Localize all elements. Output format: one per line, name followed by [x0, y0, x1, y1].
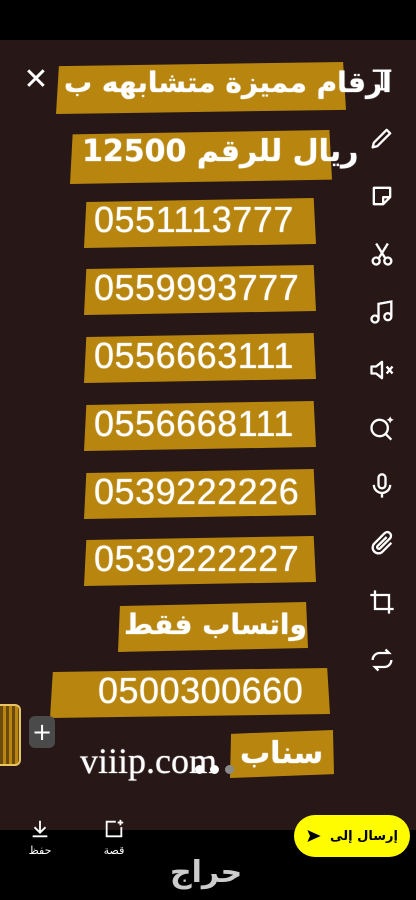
number-5: 0539222226 — [94, 471, 300, 512]
page-dots — [195, 765, 234, 774]
snap-label: سناب — [240, 736, 324, 771]
text-icon[interactable] — [362, 60, 402, 100]
story-button[interactable]: قصة — [94, 818, 134, 857]
music-icon[interactable] — [362, 292, 402, 332]
paperclip-icon[interactable] — [362, 524, 402, 564]
number-3: 0556663111 — [94, 335, 294, 376]
story-label: قصة — [103, 844, 125, 857]
headline-line1: ارقام مميزة متشابهه ب — [64, 66, 392, 99]
number-2: 0559993777 — [94, 267, 300, 308]
save-label: حفظ — [28, 844, 52, 857]
haraj-watermark: حراج — [170, 855, 243, 890]
send-arrow-icon — [307, 830, 321, 842]
number-6: 0539222227 — [94, 538, 300, 579]
microphone-icon[interactable] — [362, 466, 402, 506]
lens-search-icon[interactable] — [362, 408, 402, 448]
download-icon — [32, 820, 48, 838]
send-label: إرسال إلى — [330, 828, 398, 844]
loop-icon[interactable] — [362, 640, 402, 680]
scissors-icon[interactable] — [362, 234, 402, 274]
send-to-button[interactable]: إرسال إلى — [294, 815, 410, 857]
whatsapp-label: واتساب فقط — [124, 608, 307, 641]
crop-icon[interactable] — [362, 582, 402, 622]
close-icon[interactable]: ✕ — [22, 65, 50, 95]
add-snap-button[interactable]: + — [29, 716, 55, 748]
save-button[interactable]: حفظ — [20, 818, 60, 857]
mute-icon[interactable] — [362, 350, 402, 390]
sticker-icon[interactable] — [362, 176, 402, 216]
page-dot — [195, 765, 204, 774]
number-4: 0556668111 — [94, 403, 294, 444]
story-thumbnail[interactable] — [0, 704, 21, 766]
add-story-icon — [105, 819, 124, 838]
website-text: viiip.com — [80, 741, 217, 781]
page-dot — [225, 765, 234, 774]
tool-sidebar — [362, 60, 402, 698]
whatsapp-number: 0500300660 — [98, 670, 304, 711]
headline-line2: 12500 ريال للرقم — [82, 134, 359, 169]
page-dot — [210, 765, 219, 774]
pencil-icon[interactable] — [362, 118, 402, 158]
number-1: 0551113777 — [94, 199, 294, 240]
